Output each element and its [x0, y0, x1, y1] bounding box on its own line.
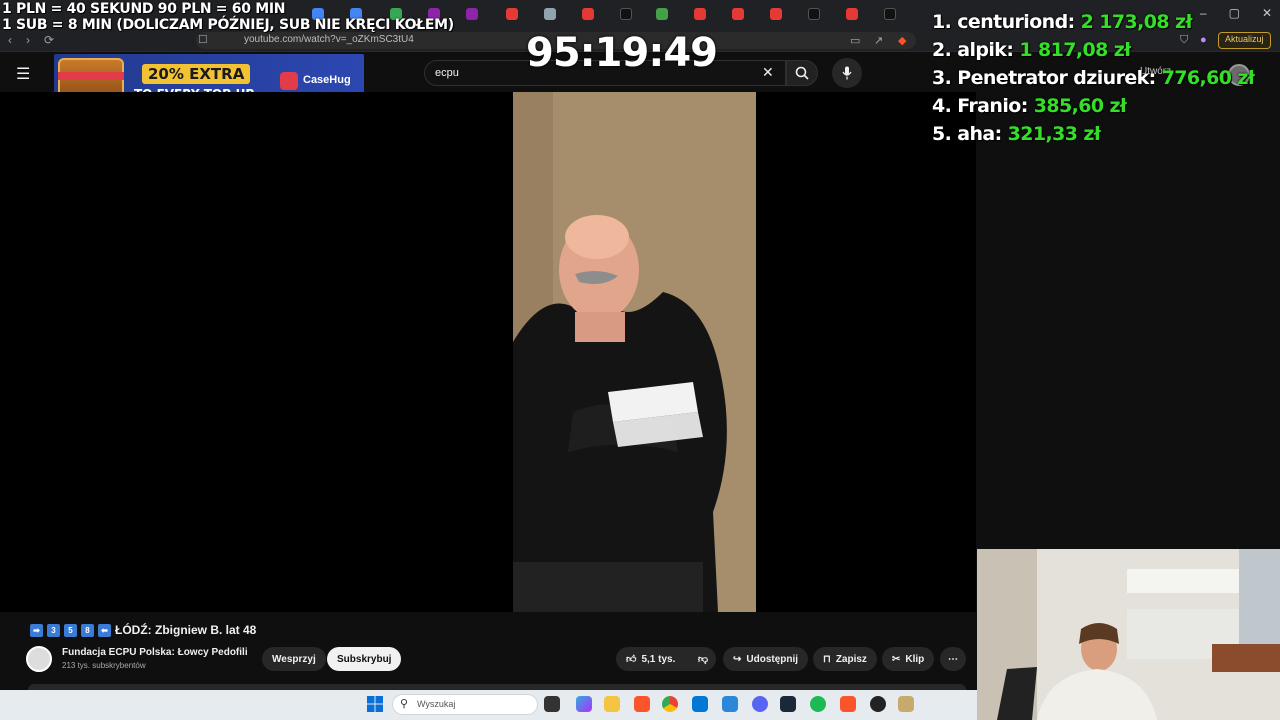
league-icon[interactable] [898, 696, 914, 712]
share-button[interactable]: ↪ Udostępnij [723, 647, 809, 671]
browser-tab[interactable] [770, 6, 782, 22]
browser-tab[interactable] [544, 6, 556, 22]
donor-name: 4. Franio: [932, 95, 1028, 117]
browser-tab[interactable] [582, 6, 594, 22]
support-button[interactable]: Wesprzyj [262, 647, 326, 671]
rates-line: 1 SUB = 8 MIN (DOLICZAM PÓŹNIEJ, SUB NIE… [2, 17, 454, 33]
bookmark-icon[interactable]: ☐ [198, 33, 208, 46]
webcam-feed [977, 549, 1280, 720]
thumbs-down-icon: 👎︎ [697, 654, 709, 665]
stream-timer: 95:19:49 [526, 30, 718, 76]
copilot-icon[interactable] [576, 696, 592, 712]
leaderboard-row: 2. alpik: 1 817,08 zł [932, 36, 1254, 64]
channel-name[interactable]: Fundacja ECPU Polska: Łowcy Pedofili [62, 647, 248, 658]
title-digit: 5 [64, 623, 77, 637]
browser-tab[interactable] [884, 6, 896, 22]
donation-amount: 2 173,08 zł [1080, 11, 1193, 33]
bookmark-icon: ⊓ [823, 653, 831, 665]
donation-amount: 776,60 zł [1161, 67, 1255, 89]
clear-search-icon[interactable]: ✕ [762, 64, 774, 81]
browser-tab[interactable] [808, 6, 820, 22]
donor-name: 5. aha: [932, 123, 1002, 145]
webcam-overlay [977, 549, 1280, 720]
back-icon[interactable]: ‹ [8, 33, 12, 47]
share-icon: ↪ [733, 653, 742, 665]
file-explorer-icon[interactable] [604, 696, 620, 712]
title-digit: 8 [81, 623, 94, 637]
channel-avatar[interactable] [26, 646, 52, 672]
ad-brand: CaseHug [303, 74, 351, 86]
brave-icon[interactable] [634, 696, 650, 712]
leaderboard-row: 5. aha: 321,33 zł [932, 120, 1254, 148]
stream-rates-overlay: 1 PLN = 40 SEKUND 90 PLN = 60 MIN 1 SUB … [2, 1, 454, 33]
donation-amount: 321,33 zł [1007, 123, 1101, 145]
chrome-icon[interactable] [662, 696, 678, 712]
brave-shield-icon[interactable]: ◆ [898, 34, 906, 47]
clip-button[interactable]: ✂ Klip [882, 647, 935, 671]
browser-nav-buttons: ‹ › ⟳ [8, 33, 54, 47]
right-arrow-icon: ➡ [30, 623, 43, 637]
microphone-icon [842, 66, 852, 80]
browser-tab[interactable] [732, 6, 744, 22]
scissors-icon: ✂ [892, 653, 901, 665]
browser-tab[interactable] [846, 6, 858, 22]
save-button[interactable]: ⊓ Zapisz [813, 647, 877, 671]
obs-icon[interactable] [870, 696, 886, 712]
store-icon[interactable] [692, 696, 708, 712]
leaderboard-row: 3. Penetrator dziurek: 776,60 zł [932, 64, 1255, 92]
donor-name: 2. alpik: [932, 39, 1014, 61]
video-frame[interactable] [513, 92, 756, 612]
extension-icon[interactable]: ▭ [850, 34, 860, 47]
donation-leaderboard: 1. centuriond: 2 173,08 zł 2. alpik: 1 8… [932, 8, 1255, 148]
casehug-logo-icon [280, 72, 298, 90]
browser-tab[interactable] [694, 6, 706, 22]
leaderboard-row: 4. Franio: 385,60 zł [932, 92, 1254, 120]
dislike-button[interactable]: 👎︎ [690, 647, 716, 671]
notepad-icon[interactable] [722, 696, 738, 712]
like-count: 5,1 tys. [641, 653, 676, 665]
taskbar-search[interactable]: Wyszukaj [392, 694, 538, 715]
hamburger-menu-icon[interactable]: ☰ [16, 64, 30, 84]
video-still [513, 92, 756, 612]
donor-name: 3. Penetrator dziurek: [932, 67, 1156, 89]
discord-icon[interactable] [752, 696, 768, 712]
search-icon: ⚲ [400, 698, 409, 710]
save-label: Zapisz [835, 653, 867, 665]
spotify-icon[interactable] [810, 696, 826, 712]
more-actions-button[interactable]: ⋯ [940, 647, 966, 671]
brave-beta-icon[interactable] [840, 696, 856, 712]
search-icon [795, 66, 809, 80]
voice-search-button[interactable] [832, 58, 862, 88]
share-icon[interactable]: ↗ [874, 34, 883, 47]
thumbs-up-icon: 👍︎ [626, 654, 637, 665]
donor-name: 1. centuriond: [932, 11, 1075, 33]
subscribe-button[interactable]: Subskrybuj [327, 647, 402, 671]
left-arrow-icon: ⬅ [98, 623, 111, 637]
browser-tab[interactable] [506, 6, 518, 22]
rates-line: 1 PLN = 40 SEKUND 90 PLN = 60 MIN [2, 1, 286, 17]
donation-amount: 1 817,08 zł [1019, 39, 1131, 61]
clip-label: Klip [905, 653, 925, 665]
task-view-icon[interactable] [544, 696, 560, 712]
browser-tab[interactable] [466, 6, 478, 22]
video-title: ➡ 3 5 8 ⬅ ŁÓDŹ: Zbigniew B. lat 48 [30, 623, 256, 637]
forward-icon[interactable]: › [26, 33, 30, 47]
video-title-text: ŁÓDŹ: Zbigniew B. lat 48 [115, 623, 257, 637]
steam-icon[interactable] [780, 696, 796, 712]
leaderboard-row: 1. centuriond: 2 173,08 zł [932, 8, 1254, 36]
close-icon[interactable]: ✕ [1262, 6, 1272, 20]
windows-start-icon[interactable] [366, 695, 384, 713]
title-digit: 3 [47, 623, 60, 637]
browser-tab[interactable] [656, 6, 668, 22]
ad-headline: 20% EXTRA [142, 64, 251, 84]
subscriber-count: 213 tys. subskrybentów [62, 661, 146, 670]
browser-tab[interactable] [620, 6, 632, 22]
chest-band [58, 72, 124, 80]
reload-icon[interactable]: ⟳ [44, 33, 54, 47]
search-button[interactable] [786, 60, 818, 86]
video-player[interactable] [0, 92, 976, 612]
donation-amount: 385,60 zł [1033, 95, 1127, 117]
share-label: Udostępnij [746, 653, 799, 665]
more-icon: ⋯ [948, 653, 958, 665]
